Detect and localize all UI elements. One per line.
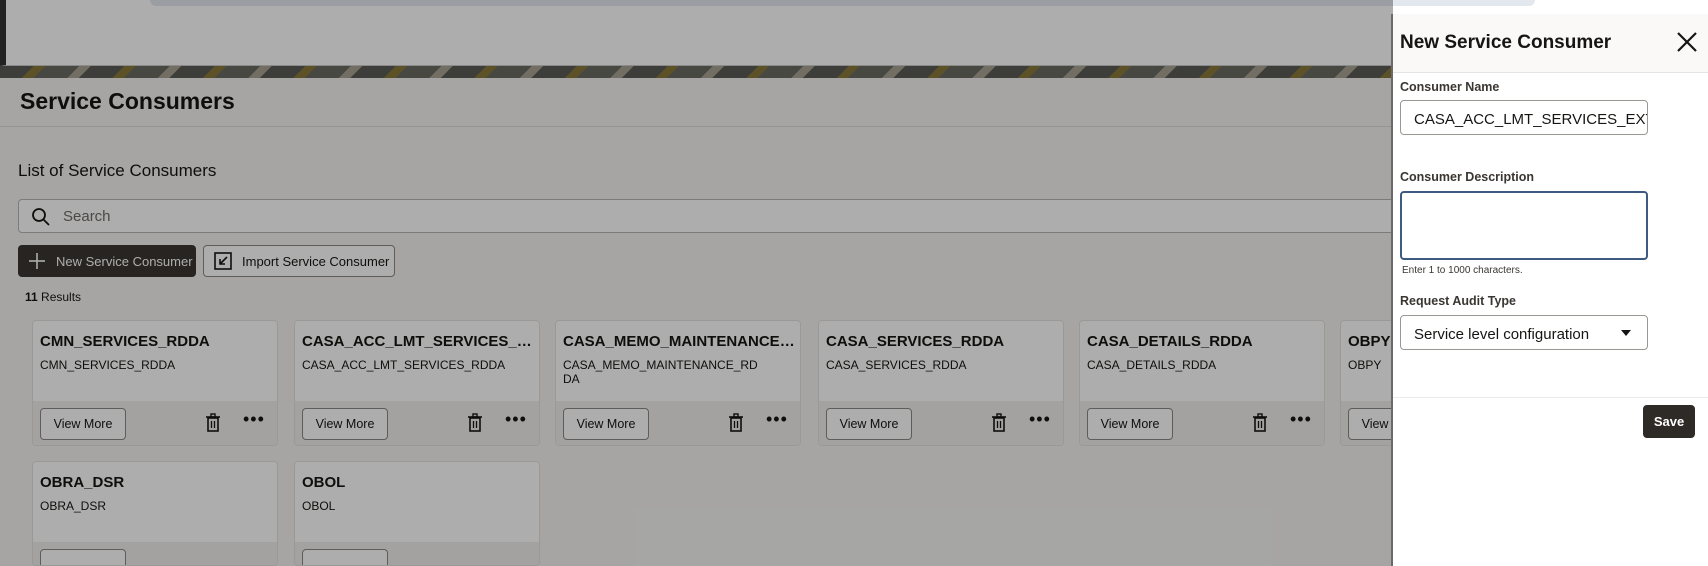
consumer-description-label: Consumer Description [1400,170,1535,184]
request-audit-type-value: Service level configuration [1414,326,1590,343]
consumer-name-field[interactable]: CASA_ACC_LMT_SERVICES_EXT_P [1400,100,1648,135]
drawer-header: New Service Consumer [1393,14,1708,73]
close-icon[interactable] [1676,31,1698,53]
caret-down-icon [1621,330,1631,336]
consumer-description-field[interactable] [1400,191,1648,260]
new-service-consumer-drawer: New Service Consumer Consumer Name CASA_… [1391,14,1708,566]
consumer-name-label: Consumer Name [1400,80,1500,94]
request-audit-type-label: Request Audit Type [1400,294,1516,308]
drawer-title: New Service Consumer [1400,32,1612,53]
consumer-description-hint: Enter 1 to 1000 characters. [1402,265,1523,276]
save-button[interactable]: Save [1643,405,1695,438]
modal-backdrop[interactable] [0,0,1393,566]
drawer-footer-divider [1393,397,1708,398]
request-audit-type-select[interactable]: Service level configuration [1400,315,1648,350]
